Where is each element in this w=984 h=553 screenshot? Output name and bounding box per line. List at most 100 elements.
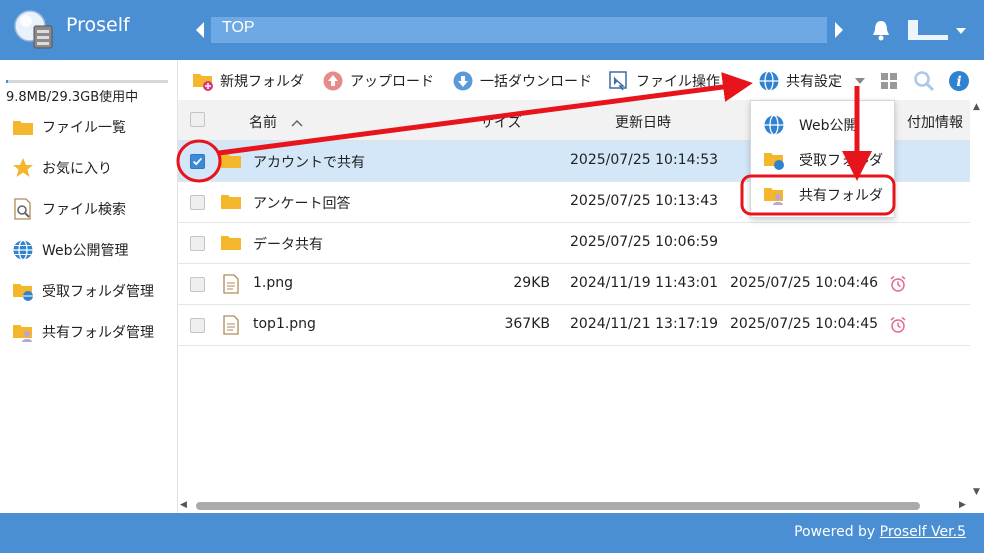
header-bar: Proself TOP	[0, 0, 984, 60]
folder-icon	[221, 154, 241, 168]
bulk-download-button[interactable]: 一括ダウンロード	[452, 69, 592, 93]
updated-date: 2025/07/25 10:14:53	[570, 152, 719, 168]
search-icon[interactable]	[913, 70, 935, 92]
alarm-clock-icon[interactable]	[889, 275, 907, 293]
alarm-clock-icon[interactable]	[889, 316, 907, 334]
chevron-down-icon[interactable]	[955, 27, 967, 35]
updated-date: 2025/07/25 10:13:43	[570, 193, 719, 209]
table-row[interactable]: top1.png 367KB 2024/11/21 13:17:19 2025/…	[178, 305, 970, 346]
proself-logo-icon[interactable]	[12, 8, 58, 54]
row-checkbox[interactable]	[190, 277, 205, 292]
chevron-down-icon	[855, 78, 865, 84]
sidebar-item-receive-folder[interactable]: 受取フォルダ管理	[12, 276, 172, 306]
scroll-right-icon[interactable]: ▶	[959, 500, 966, 510]
quota-progress-bar	[6, 80, 168, 83]
scroll-up-icon[interactable]: ▲	[973, 102, 980, 112]
upload-label: アップロード	[350, 74, 434, 90]
quota-progress-fill	[6, 80, 8, 83]
share-settings-button[interactable]: 共有設定	[758, 69, 866, 93]
new-folder-icon	[193, 74, 213, 91]
column-size-header[interactable]: サイズ	[480, 112, 522, 132]
footer-version-link[interactable]: Proself Ver.5	[880, 524, 966, 540]
receive-folder-icon	[764, 153, 784, 170]
sidebar-item-label: Web公開管理	[42, 243, 129, 259]
new-folder-button[interactable]: 新規フォルダ	[192, 69, 304, 93]
file-icon	[223, 315, 239, 335]
file-ops-label: ファイル操作	[636, 74, 720, 90]
row-checkbox[interactable]	[190, 318, 205, 333]
sidebar: 9.8MB/29.3GB使用中 ファイル一覧 お気に入り ファイル検索 Web公…	[0, 60, 178, 513]
updated-date: 2024/11/19 11:43:01	[570, 275, 719, 291]
nav-forward-icon[interactable]	[832, 18, 846, 42]
globe-icon	[13, 239, 33, 261]
folder-icon	[13, 121, 33, 135]
row-checkbox[interactable]	[190, 195, 205, 210]
share-settings-menu: Web公開 受取フォルダ 共有フォルダ	[750, 100, 895, 218]
row-checkbox[interactable]	[190, 236, 205, 251]
sidebar-item-label: お気に入り	[42, 161, 112, 177]
created-date: 2025/07/25 10:04:45	[730, 316, 879, 332]
sidebar-item-file-search[interactable]: ファイル検索	[12, 194, 172, 224]
bulk-download-label: 一括ダウンロード	[480, 74, 592, 90]
menu-item-web-publish[interactable]: Web公開	[763, 111, 893, 139]
globe-icon	[759, 70, 779, 92]
sidebar-item-favorites[interactable]: お気に入り	[12, 153, 172, 183]
column-name-header[interactable]: 名前	[249, 112, 303, 132]
file-name[interactable]: アンケート回答	[253, 193, 350, 213]
shared-folder-icon	[13, 325, 32, 342]
menu-item-label: Web公開	[799, 118, 858, 134]
file-size: 367KB	[504, 316, 550, 332]
sidebar-item-label: ファイル一覧	[42, 120, 126, 136]
select-all-checkbox[interactable]	[190, 112, 205, 127]
user-avatar[interactable]	[908, 20, 948, 40]
horizontal-scrollbar[interactable]: ◀ ▶	[178, 499, 970, 513]
file-name[interactable]: top1.png	[253, 316, 316, 332]
grid-view-icon[interactable]	[880, 72, 898, 90]
app-brand: Proself	[66, 14, 130, 36]
column-info-header[interactable]: 付加情報	[907, 112, 963, 132]
vertical-scrollbar[interactable]: ▲ ▼	[970, 100, 984, 513]
upload-icon	[323, 71, 343, 91]
sidebar-item-shared-folder[interactable]: 共有フォルダ管理	[12, 317, 172, 347]
sort-asc-icon	[291, 119, 303, 127]
star-icon	[13, 158, 33, 177]
column-updated-header[interactable]: 更新日時	[615, 112, 671, 132]
menu-item-label: 共有フォルダ	[799, 188, 883, 204]
folder-icon	[221, 195, 241, 209]
horizontal-scroll-thumb[interactable]	[196, 502, 920, 510]
scroll-down-icon[interactable]: ▼	[973, 487, 980, 497]
receive-folder-icon	[13, 284, 33, 301]
column-name-label: 名前	[249, 115, 277, 131]
menu-item-receive-folder[interactable]: 受取フォルダ	[763, 146, 893, 174]
footer-credit: Powered by Proself Ver.5	[794, 524, 966, 540]
shared-folder-icon	[764, 188, 783, 205]
info-icon[interactable]: i	[948, 70, 970, 92]
table-row[interactable]: データ共有 2025/07/25 10:06:59	[178, 223, 970, 264]
menu-item-shared-folder[interactable]: 共有フォルダ	[763, 181, 893, 209]
quota-text: 9.8MB/29.3GB使用中	[6, 90, 139, 105]
file-ops-button[interactable]: ファイル操作	[608, 69, 720, 93]
footer-bar: Powered by Proself Ver.5	[0, 513, 984, 553]
sidebar-item-web-publish[interactable]: Web公開管理	[12, 235, 172, 265]
file-search-icon	[14, 198, 31, 220]
download-icon	[453, 71, 473, 91]
file-name[interactable]: 1.png	[253, 275, 293, 291]
file-name[interactable]: アカウントで共有	[253, 152, 365, 172]
share-settings-label: 共有設定	[786, 74, 842, 90]
folder-icon	[221, 236, 241, 250]
file-name[interactable]: データ共有	[253, 234, 323, 254]
table-row[interactable]: 1.png 29KB 2024/11/19 11:43:01 2025/07/2…	[178, 264, 970, 305]
created-date: 2025/07/25 10:04:46	[730, 275, 879, 291]
sidebar-item-label: ファイル検索	[42, 202, 126, 218]
row-checkbox[interactable]	[190, 154, 205, 169]
scroll-left-icon[interactable]: ◀	[180, 500, 187, 510]
nav-back-icon[interactable]	[193, 18, 207, 42]
upload-button[interactable]: アップロード	[322, 69, 434, 93]
globe-icon	[764, 114, 784, 136]
breadcrumb-path[interactable]: TOP	[211, 17, 827, 43]
bell-icon[interactable]	[870, 18, 892, 42]
toolbar: 新規フォルダ アップロード 一括ダウンロード ファイル操作 共有設定 i	[178, 60, 984, 100]
updated-date: 2025/07/25 10:06:59	[570, 234, 719, 250]
sidebar-item-file-list[interactable]: ファイル一覧	[12, 112, 172, 142]
updated-date: 2024/11/21 13:17:19	[570, 316, 719, 332]
